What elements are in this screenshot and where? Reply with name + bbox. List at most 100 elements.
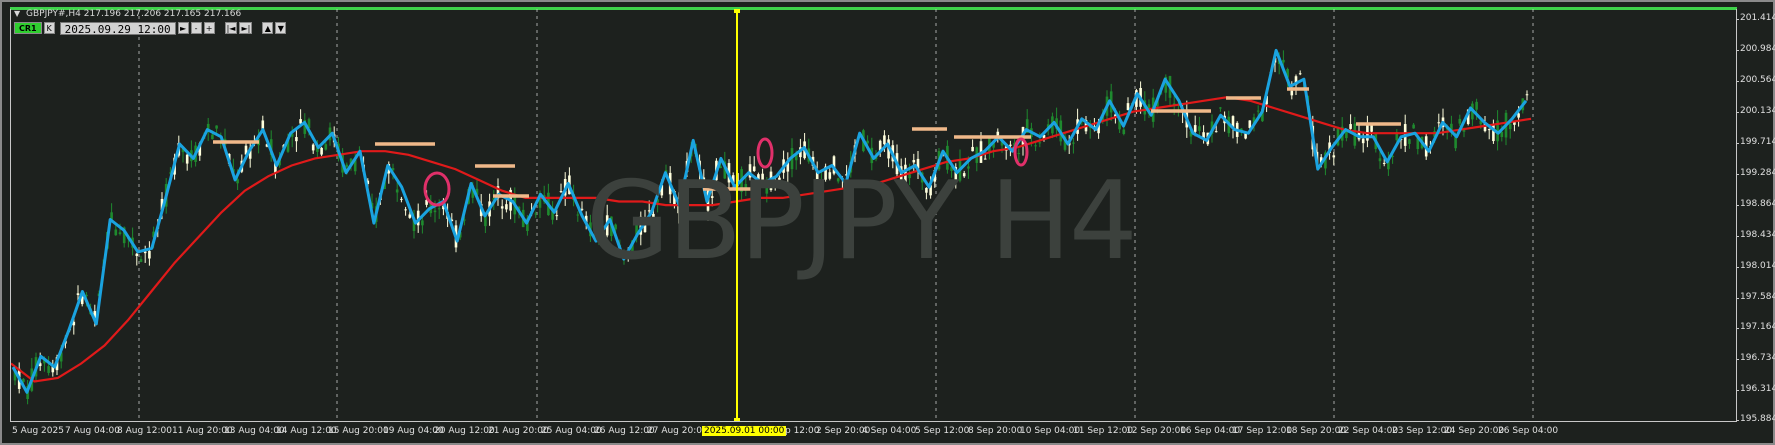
- price-label: 197.164: [1740, 322, 1775, 332]
- candle-body: [148, 250, 151, 259]
- candle-body: [47, 366, 50, 373]
- price-axis[interactable]: 201.414 200.984 200.564 200.134 199.714 199.2…: [1736, 2, 1775, 424]
- candle-body: [400, 198, 403, 200]
- candle-body: [211, 134, 214, 140]
- price-tick: [1736, 298, 1739, 299]
- time-label: 25 Aug 04:00: [541, 426, 602, 436]
- candle-body: [1412, 124, 1415, 129]
- candle-body: [114, 229, 118, 236]
- candle-body: [1193, 125, 1197, 132]
- time-label: p 12:00: [785, 426, 820, 436]
- time-label: 21 Aug 20:00: [488, 426, 549, 436]
- candle-body: [1244, 133, 1247, 139]
- chart-toolbar: CR1 K 2025.09.29 12:00 ► - + |◄ ►| ▲ ▼: [14, 21, 287, 36]
- candle-body: [883, 135, 886, 145]
- chart-plot-area[interactable]: GBPJPY H4: [10, 9, 1737, 422]
- up-arrow-button[interactable]: ▲: [262, 22, 274, 34]
- candle-body: [215, 125, 218, 129]
- candle-body: [1508, 123, 1512, 130]
- candle-body: [311, 144, 315, 151]
- candle-body: [1298, 73, 1302, 75]
- candle-body: [433, 210, 437, 213]
- candle-body: [1126, 103, 1130, 111]
- k-button[interactable]: K: [43, 22, 55, 34]
- candle-body: [1214, 131, 1218, 133]
- candle-body: [1492, 123, 1495, 142]
- collapse-triangle-icon[interactable]: ▼: [14, 9, 20, 18]
- go-end-button[interactable]: ►|: [239, 22, 253, 34]
- candle-body: [185, 154, 189, 164]
- highlight-circle: [423, 171, 451, 207]
- candle-body: [500, 206, 504, 209]
- time-label: 4 Sep 04:00: [862, 426, 917, 436]
- candle-body: [1487, 129, 1491, 131]
- go-start-button[interactable]: |◄: [224, 22, 238, 34]
- cursor-handle-top: [734, 9, 740, 13]
- price-label: 200.134: [1740, 106, 1775, 116]
- price-tick: [1736, 174, 1739, 175]
- time-label: 26 Aug 12:00: [594, 426, 655, 436]
- candle-body: [395, 189, 399, 193]
- time-label: 17 Sep 12:00: [1232, 426, 1293, 436]
- candle-body: [1332, 155, 1336, 158]
- price-label: 199.714: [1740, 137, 1775, 147]
- time-label: 5 Sep 12:00: [915, 426, 970, 436]
- chart-window[interactable]: GBPJPY H4 ▼ GBPJPY#,H4 217.196 217.206 2…: [0, 0, 1775, 445]
- candle-body: [1408, 139, 1411, 144]
- candle-body: [139, 259, 143, 262]
- price-tick: [1736, 328, 1739, 329]
- candle-body: [1382, 162, 1386, 164]
- candle-body: [1437, 122, 1441, 124]
- candle-body: [404, 209, 407, 211]
- candle-body: [1248, 120, 1252, 128]
- candle-body: [76, 293, 80, 295]
- candle-body: [1290, 90, 1294, 96]
- price-label: 196.734: [1740, 353, 1775, 363]
- symbol-name: GBPJPY#,H4: [26, 9, 81, 19]
- time-label: 11 Sep 12:00: [1073, 426, 1134, 436]
- candle-body: [1378, 158, 1382, 162]
- time-label: 8 Sep 20:00: [968, 426, 1023, 436]
- candle-body: [1009, 144, 1012, 146]
- price-label: 200.564: [1740, 75, 1775, 85]
- candle-body: [1517, 113, 1520, 118]
- cursor-handle-bottom: [734, 418, 740, 421]
- price-tick: [1736, 81, 1739, 82]
- time-label: 10 Sep 04:00: [1020, 426, 1081, 436]
- time-label: 24 Sep 20:00: [1444, 426, 1505, 436]
- price-label: 195.884: [1740, 414, 1775, 424]
- candle-body: [576, 214, 580, 216]
- price-tick: [1736, 359, 1739, 360]
- symbol-ohlc: 217.196 217.206 217.165 217.166: [83, 9, 242, 19]
- candle-body: [534, 213, 538, 215]
- time-axis[interactable]: 5 Aug 2025 7 Aug 04:00 8 Aug 12:00 11 Aug 2…: [10, 423, 1737, 445]
- candle-body: [118, 232, 122, 234]
- cr1-button[interactable]: CR1: [14, 22, 42, 34]
- price-tick: [1736, 267, 1739, 268]
- down-arrow-button[interactable]: ▼: [275, 22, 287, 34]
- minus-button[interactable]: -: [190, 22, 202, 34]
- time-label: 22 Sep 04:00: [1338, 426, 1399, 436]
- candle-body: [135, 253, 139, 257]
- price-label: 201.414: [1740, 13, 1775, 23]
- price-label: 197.584: [1740, 292, 1775, 302]
- price-label: 198.014: [1740, 261, 1775, 271]
- symbol-watermark: GBPJPY H4: [586, 159, 1138, 284]
- price-label: 199.284: [1740, 168, 1775, 178]
- time-label: 7 Aug 04:00: [65, 426, 120, 436]
- candle-body: [559, 191, 563, 193]
- time-label: 8 Aug 12:00: [117, 426, 172, 436]
- candle-body: [1034, 145, 1037, 147]
- candle-body: [408, 214, 412, 218]
- time-label: 26 Sep 04:00: [1498, 426, 1559, 436]
- candle-body: [1256, 110, 1260, 112]
- candle-body: [1475, 101, 1478, 110]
- symbol-info: ▼ GBPJPY#,H4 217.196 217.206 217.165 217…: [14, 9, 241, 19]
- play-button[interactable]: ►: [177, 22, 189, 34]
- price-tick: [1736, 420, 1739, 421]
- candle-body: [1122, 129, 1126, 134]
- candle-body: [437, 208, 441, 210]
- candle-body: [505, 204, 508, 210]
- date-input[interactable]: 2025.09.29 12:00: [59, 21, 176, 36]
- plus-button[interactable]: +: [203, 22, 215, 34]
